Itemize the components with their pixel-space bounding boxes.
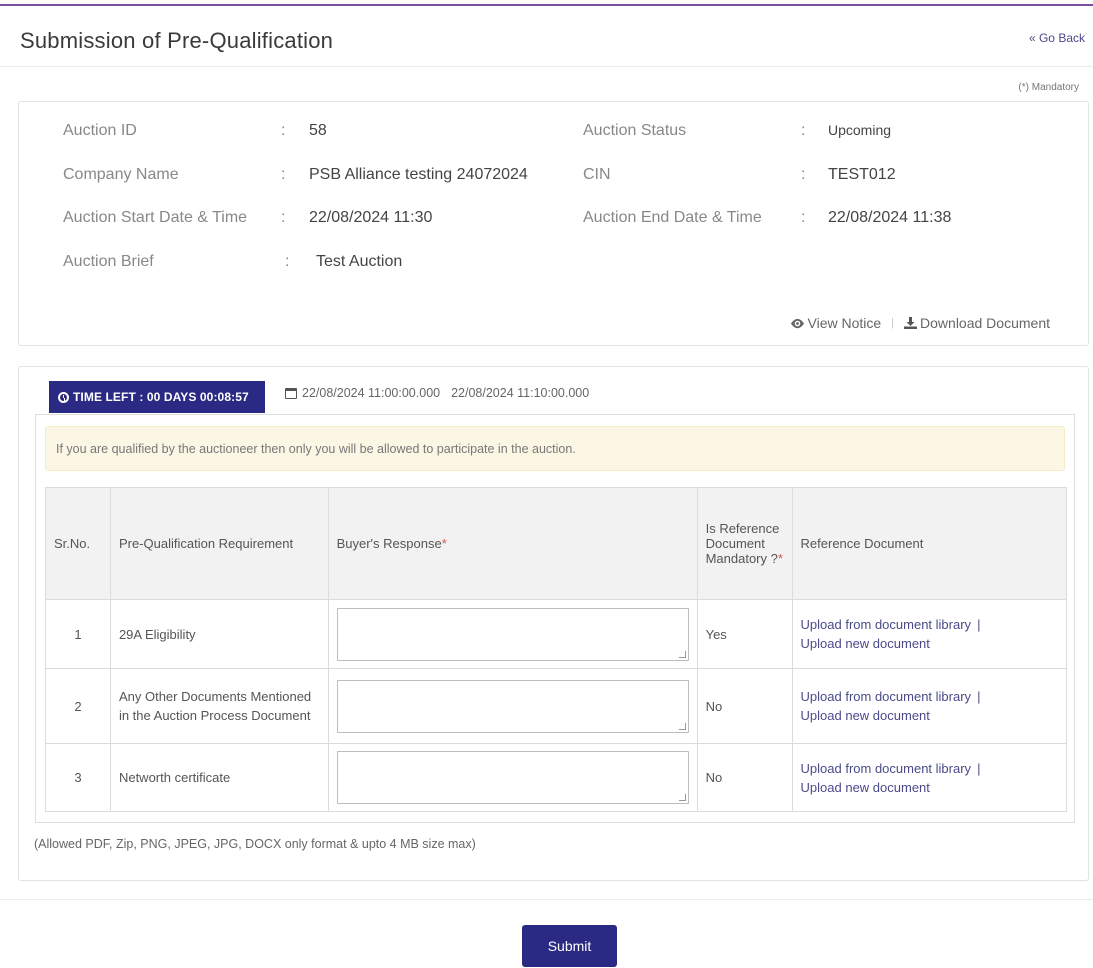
start-date-label: Auction Start Date & Time <box>63 209 248 226</box>
colon: : <box>801 209 806 226</box>
auction-id-label: Auction ID <box>63 122 137 139</box>
column-header-sr: Sr.No. <box>45 487 111 600</box>
company-name-label: Company Name <box>63 166 179 183</box>
row-ref-document: Upload from document library | Upload new… <box>791 668 1068 744</box>
auction-brief-label: Auction Brief <box>63 253 154 270</box>
row-response-cell <box>327 743 698 812</box>
cin-value: TEST012 <box>828 166 896 183</box>
download-document-link[interactable]: Download Document <box>904 315 1050 331</box>
upload-new-document-link[interactable]: Upload new document <box>801 636 930 651</box>
table-row: 3 Networth certificate No Upload from do… <box>45 743 1068 812</box>
upload-from-library-link[interactable]: Upload from document library <box>801 617 972 632</box>
row-response-cell <box>327 599 698 669</box>
top-accent-line <box>0 4 1093 6</box>
download-document-label: Download Document <box>920 315 1050 331</box>
column-header-response: Buyer's Response* <box>327 487 698 600</box>
row-requirement: Networth certificate <box>109 743 329 812</box>
auction-info-card: Auction ID : 58 Auction Status : Upcomin… <box>18 101 1089 346</box>
row-response-cell <box>327 668 698 744</box>
auction-status-value: Upcoming <box>828 122 892 138</box>
ref-mandatory-header-label: Is Reference Document Mandatory ? <box>705 521 780 566</box>
colon: : <box>801 122 806 139</box>
auction-status-label: Auction Status <box>583 122 687 139</box>
time-left-text: TIME LEFT : 00 DAYS 00:08:57 <box>73 390 249 404</box>
table-row: 2 Any Other Documents Mentioned in the A… <box>45 668 1068 744</box>
prequal-inner-box: If you are qualified by the auctioneer t… <box>35 414 1075 823</box>
buyer-response-textarea[interactable] <box>336 679 689 733</box>
time-left-badge: TIME LEFT : 00 DAYS 00:08:57 <box>49 381 265 413</box>
colon: : <box>285 253 290 270</box>
prequal-dates: 22/08/2024 11:00:00.000 22/08/2024 11:10… <box>285 386 589 400</box>
row-ref-mandatory: No <box>696 668 793 744</box>
auction-id-value: 58 <box>309 122 327 139</box>
submit-button[interactable]: Submit <box>522 925 617 967</box>
buyer-response-textarea[interactable] <box>336 607 689 661</box>
column-header-ref-mandatory: Is Reference Document Mandatory ?* <box>696 487 793 600</box>
response-header-label: Buyer's Response <box>336 536 442 551</box>
prequal-table: Sr.No. Pre-Qualification Requirement Buy… <box>45 487 1068 812</box>
colon: : <box>281 209 286 226</box>
company-name-value: PSB Alliance testing 24072024 <box>309 166 528 183</box>
page-title: Submission of Pre-Qualification <box>20 28 334 53</box>
view-notice-label: View Notice <box>807 315 882 331</box>
view-notice-link[interactable]: View Notice <box>790 315 882 331</box>
colon: : <box>281 122 286 139</box>
row-sr: 3 <box>45 743 111 812</box>
row-requirement: 29A Eligibility <box>109 599 329 669</box>
end-date-value: 22/08/2024 11:38 <box>828 209 952 226</box>
row-ref-mandatory: Yes <box>696 599 793 669</box>
download-icon <box>904 317 918 329</box>
go-back-link[interactable]: « Go Back <box>1029 31 1085 45</box>
upload-link-separator: | <box>977 689 981 704</box>
auction-brief-value: Test Auction <box>316 253 403 270</box>
table-row: 1 29A Eligibility Yes Upload from docume… <box>45 599 1068 669</box>
cin-label: CIN <box>583 166 611 183</box>
colon: : <box>281 166 286 183</box>
row-sr: 1 <box>45 599 111 669</box>
required-star: * <box>441 536 447 551</box>
prequalification-card: TIME LEFT : 00 DAYS 00:08:57 22/08/2024 … <box>18 366 1089 881</box>
buyer-response-textarea[interactable] <box>336 751 689 804</box>
link-separator: | <box>891 317 895 329</box>
row-ref-document: Upload from document library | Upload new… <box>791 743 1068 812</box>
calendar-icon <box>285 387 297 399</box>
allowed-formats-note: (Allowed PDF, Zip, PNG, JPEG, JPG, DOCX … <box>34 837 476 851</box>
column-header-ref-document: Reference Document <box>791 487 1068 600</box>
eye-icon <box>790 318 804 328</box>
notice-links: View Notice | Download Document <box>790 315 1050 331</box>
end-date-label: Auction End Date & Time <box>583 209 762 226</box>
footer-divider <box>0 899 1093 900</box>
prequal-end-datetime: 22/08/2024 11:10:00.000 <box>451 386 590 400</box>
row-ref-mandatory: No <box>696 743 793 812</box>
upload-link-separator: | <box>977 617 981 632</box>
upload-from-library-link[interactable]: Upload from document library <box>801 761 972 776</box>
upload-from-library-link[interactable]: Upload from document library <box>801 689 972 704</box>
row-ref-document: Upload from document library | Upload new… <box>791 599 1068 669</box>
clock-icon <box>58 391 69 403</box>
colon: : <box>801 166 806 183</box>
upload-new-document-link[interactable]: Upload new document <box>801 780 930 795</box>
prequal-start-datetime: 22/08/2024 11:00:00.000 <box>302 386 441 400</box>
qualification-alert: If you are qualified by the auctioneer t… <box>45 426 1065 471</box>
upload-new-document-link[interactable]: Upload new document <box>801 708 930 723</box>
column-header-requirement: Pre-Qualification Requirement <box>109 487 329 600</box>
table-header-row: Sr.No. Pre-Qualification Requirement Buy… <box>45 487 1068 600</box>
start-date-value: 22/08/2024 11:30 <box>309 209 433 226</box>
required-star: * <box>777 551 783 566</box>
upload-link-separator: | <box>977 760 981 776</box>
row-requirement: Any Other Documents Mentioned in the Auc… <box>109 668 329 744</box>
row-sr: 2 <box>45 668 111 744</box>
title-divider <box>0 66 1093 67</box>
mandatory-note: (*) Mandatory <box>1018 82 1079 93</box>
